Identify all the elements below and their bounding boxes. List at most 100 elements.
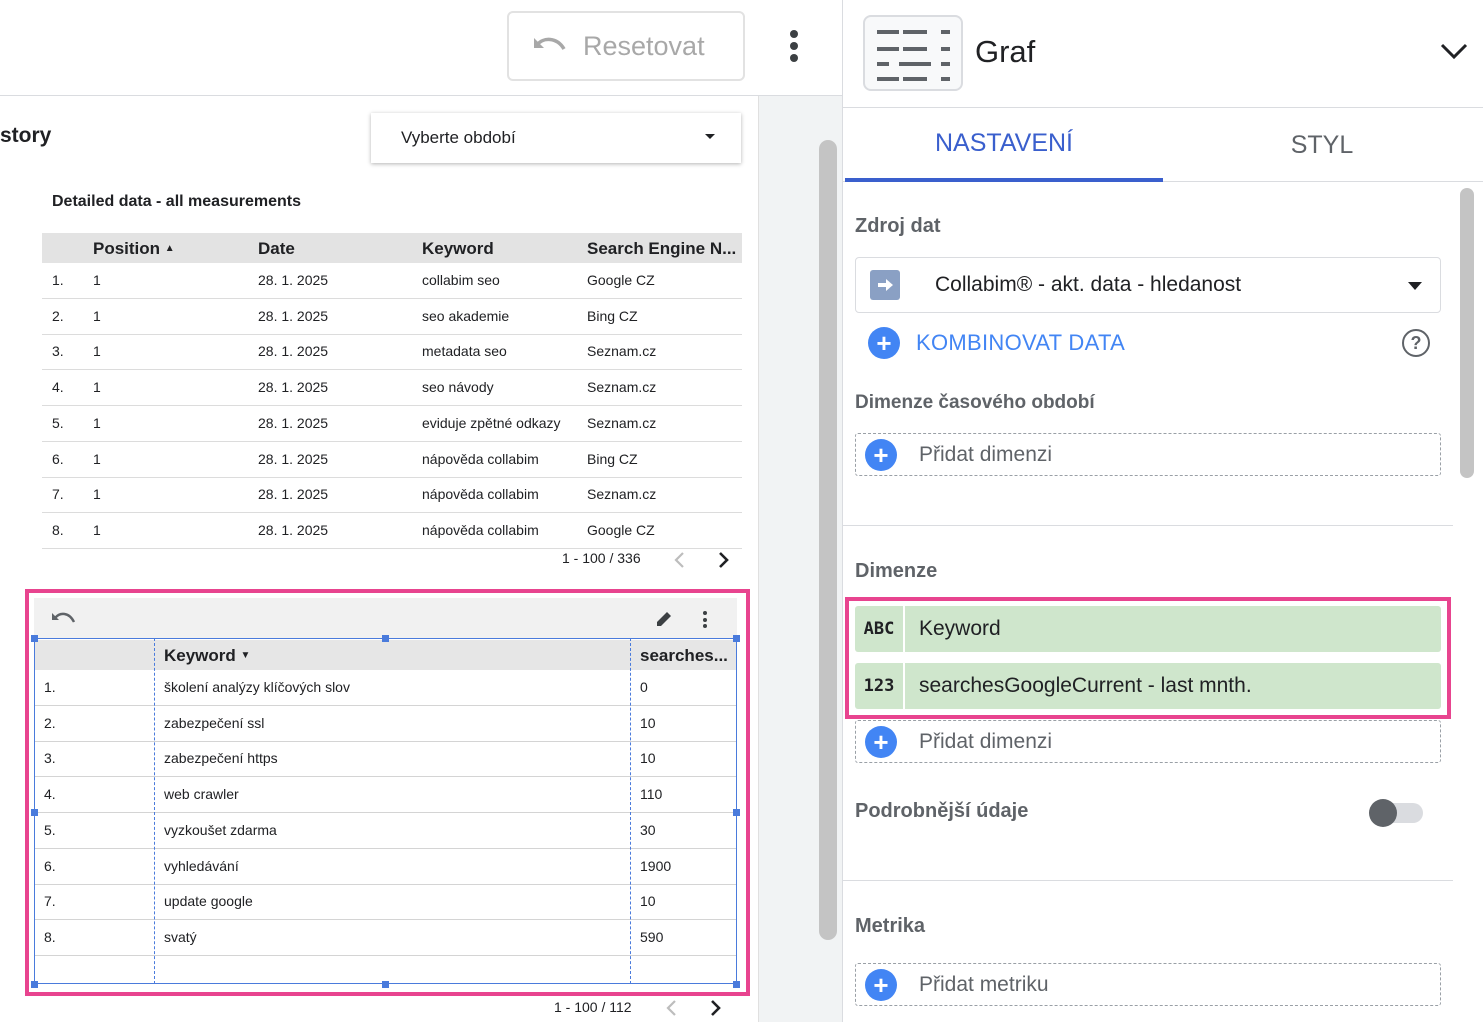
row-index: 3.: [52, 343, 64, 360]
cell-search-engine: Seznam.cz: [587, 379, 657, 396]
data-source-select[interactable]: Collabim® - akt. data - hledanost: [855, 257, 1441, 313]
add-date-dimension-button[interactable]: + Přidat dimenzi: [855, 433, 1441, 476]
row-index: 4.: [52, 379, 64, 396]
cell-position: 1: [93, 307, 101, 324]
chevron-right-icon[interactable]: [705, 998, 725, 1018]
resize-handle[interactable]: [733, 809, 740, 816]
chevron-left-icon[interactable]: [662, 998, 682, 1018]
cell-position: 1: [93, 450, 101, 467]
add-circle-icon: +: [865, 439, 897, 471]
panel-tabs: NASTAVENÍ STYL: [843, 108, 1483, 182]
add-circle-icon: +: [865, 969, 897, 1001]
cell-date: 28. 1. 2025: [258, 450, 329, 467]
cell-position: 1: [93, 486, 101, 503]
table-row[interactable]: 3. 1 28. 1. 2025 metadata seo Seznam.cz: [42, 334, 742, 371]
properties-panel: Graf NASTAVENÍ STYL Zdroj dat Collabim® …: [842, 0, 1484, 1022]
table-pager: 1 - 100 / 336: [562, 550, 641, 566]
tab-style[interactable]: STYL: [1163, 108, 1481, 182]
table-row[interactable]: 8. 1 28. 1. 2025 nápověda collabim Google CZ: [42, 513, 742, 549]
column-guide: [630, 638, 631, 984]
column-header-search-engine[interactable]: Search Engine N...: [587, 239, 736, 259]
table-row[interactable]: 1. 1 28. 1. 2025 collabim seo Google CZ: [42, 263, 742, 299]
column-guide: [154, 638, 155, 984]
chevron-down-icon[interactable]: [1439, 42, 1469, 60]
table-row[interactable]: 6. 1 28. 1. 2025 nápověda collabim Bing CZ: [42, 442, 742, 478]
table-row[interactable]: 4. 1 28. 1. 2025 seo návody Seznam.cz: [42, 370, 742, 407]
tab-setup[interactable]: NASTAVENÍ: [845, 108, 1163, 182]
resize-handle[interactable]: [382, 981, 389, 988]
divider: [843, 525, 1453, 526]
row-index: 1.: [52, 272, 64, 288]
undo-icon[interactable]: [52, 611, 76, 627]
table-row[interactable]: 5. 1 28. 1. 2025 eviduje zpětné odkazy Sezna…: [42, 406, 742, 442]
cell-position: 1: [93, 414, 101, 431]
chart-type-header[interactable]: Graf: [843, 0, 1483, 108]
date-range-control[interactable]: Vyberte období: [371, 113, 741, 163]
column-header-keyword[interactable]: Keyword: [422, 239, 494, 259]
cell-keyword: seo návody: [422, 379, 494, 396]
help-icon[interactable]: ?: [1402, 329, 1430, 357]
table-chart-icon: [863, 15, 963, 91]
data-source-name: Collabim® - akt. data - hledanost: [935, 273, 1242, 296]
cell-search-engine: Seznam.cz: [587, 343, 657, 360]
add-metric-label: Přidat metriku: [919, 973, 1049, 996]
resize-handle[interactable]: [382, 635, 389, 642]
table-pager: 1 - 100 / 112: [554, 999, 632, 1015]
resize-handle[interactable]: [31, 809, 38, 816]
row-index: 2.: [52, 307, 64, 324]
column-header-position[interactable]: Position ▲: [93, 239, 175, 259]
cell-search-engine: Bing CZ: [587, 450, 638, 467]
resize-handle[interactable]: [733, 635, 740, 642]
data-source-label: Zdroj dat: [855, 215, 941, 237]
panel-scrollbar[interactable]: [1460, 188, 1474, 478]
detailed-data-table[interactable]: Position ▲ Date Keyword Search Engine N.…: [42, 233, 742, 553]
add-circle-icon[interactable]: +: [868, 327, 900, 359]
row-index: 6.: [52, 450, 64, 467]
cell-date: 28. 1. 2025: [258, 307, 329, 324]
resize-handle[interactable]: [31, 635, 38, 642]
cell-search-engine: Seznam.cz: [587, 414, 657, 431]
column-header-date[interactable]: Date: [258, 239, 295, 259]
chart-type-label: Graf: [975, 34, 1036, 69]
cell-date: 28. 1. 2025: [258, 343, 329, 360]
sort-asc-icon: ▲: [164, 243, 175, 254]
cell-keyword: metadata seo: [422, 343, 507, 360]
metrics-label: Metrika: [855, 915, 926, 937]
selected-table-chart[interactable]: Keyword ▼ searches... 1. školení analýzy …: [31, 598, 740, 1016]
canvas-scrollbar[interactable]: [819, 140, 837, 940]
add-circle-icon: +: [865, 726, 897, 758]
row-index: 5.: [52, 414, 64, 431]
cell-search-engine: Bing CZ: [587, 307, 638, 324]
drill-down-label: Podrobnější údaje: [855, 800, 1029, 822]
cell-keyword: nápověda collabim: [422, 450, 539, 467]
resize-handle[interactable]: [31, 981, 38, 988]
add-dimension-label: Přidat dimenzi: [919, 443, 1053, 466]
cell-keyword: collabim seo: [422, 272, 500, 288]
cell-position: 1: [93, 379, 101, 396]
more-vert-icon[interactable]: [778, 24, 810, 68]
reset-button[interactable]: Resetovat: [507, 11, 745, 81]
resize-handle[interactable]: [733, 981, 740, 988]
dropdown-caret-icon: [705, 134, 715, 139]
chevron-right-icon[interactable]: [713, 550, 733, 570]
table-title: Detailed data - all measurements: [52, 193, 301, 210]
undo-icon: [534, 37, 566, 51]
table-row[interactable]: 2. 1 28. 1. 2025 seo akademie Bing CZ: [42, 299, 742, 335]
chevron-left-icon[interactable]: [670, 550, 690, 570]
report-toolbar: Resetovat: [0, 0, 842, 96]
table-row[interactable]: 7. 1 28. 1. 2025 nápověda collabim Seznam.cz: [42, 477, 742, 514]
cell-date: 28. 1. 2025: [258, 272, 329, 288]
cell-date: 28. 1. 2025: [258, 486, 329, 503]
blend-data-link[interactable]: KOMBINOVAT DATA: [916, 330, 1125, 356]
cell-date: 28. 1. 2025: [258, 414, 329, 431]
date-range-dimension-label: Dimenze časového období: [855, 392, 1095, 413]
cell-date: 28. 1. 2025: [258, 379, 329, 396]
chart-selection-frame: [34, 638, 737, 984]
add-metric-button[interactable]: + Přidat metriku: [855, 963, 1441, 1006]
divider: [843, 880, 1453, 881]
drill-down-toggle[interactable]: [1369, 799, 1423, 827]
add-dimension-button[interactable]: + Přidat dimenzi: [855, 720, 1441, 763]
edit-pencil-icon[interactable]: [654, 609, 674, 629]
reset-label: Resetovat: [583, 30, 705, 61]
more-vert-icon[interactable]: [703, 611, 707, 628]
